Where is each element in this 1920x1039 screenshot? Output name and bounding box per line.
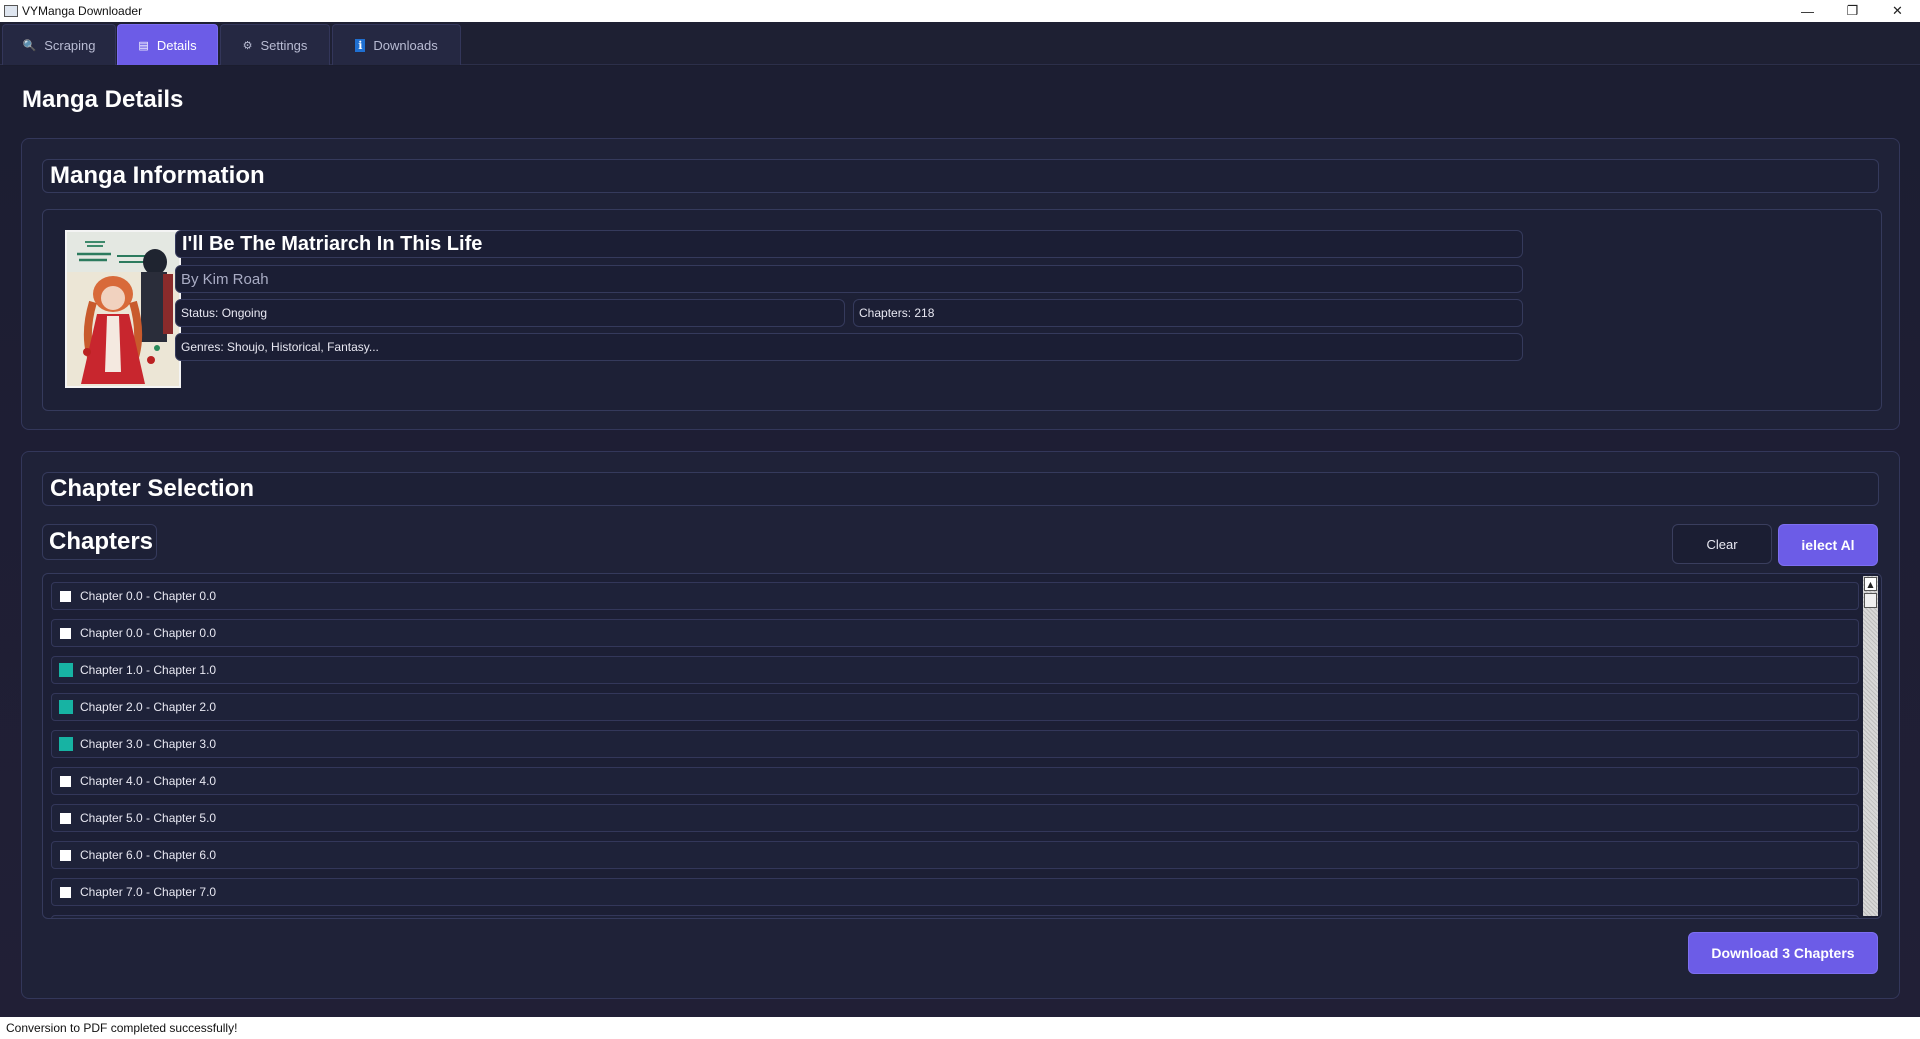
minimize-button[interactable]: —	[1785, 0, 1830, 22]
chapter-checkbox[interactable]	[60, 590, 71, 602]
select-all-button[interactable]: ielect Al	[1778, 524, 1878, 566]
chapter-label: Chapter 0.0 - Chapter 0.0	[80, 589, 217, 603]
details-page: Manga Details Manga Information I'll Be …	[0, 66, 1920, 1017]
chapter-label: Chapter 1.0 - Chapter 1.0	[80, 663, 217, 677]
chapter-row[interactable]: Chapter 1.0 - Chapter 1.0	[51, 656, 1859, 684]
chapter-checkbox[interactable]	[60, 775, 71, 787]
chapter-label: Chapter 4.0 - Chapter 4.0	[80, 774, 217, 788]
chapter-count-field: Chapters: 218	[853, 299, 1523, 327]
tab-details[interactable]: ▤ Details	[117, 24, 218, 65]
manga-author: By Kim Roah	[175, 265, 1523, 293]
genres-field: Genres: Shoujo, Historical, Fantasy...	[175, 333, 1523, 361]
chapter-row[interactable]: Chapter 5.0 - Chapter 5.0	[51, 804, 1859, 832]
chapter-label: Chapter 0.0 - Chapter 0.0	[80, 626, 217, 640]
chapter-label: Chapter 5.0 - Chapter 5.0	[80, 811, 217, 825]
tab-settings[interactable]: ⚙ Settings	[220, 24, 330, 65]
chapter-checkbox[interactable]	[60, 886, 71, 898]
tab-label: Scraping	[44, 37, 96, 53]
tab-downloads[interactable]: ℹ Downloads	[332, 24, 461, 65]
manga-information-group: Manga Information I'll Be The Matriarch …	[21, 138, 1900, 430]
window-title: VYManga Downloader	[22, 4, 143, 18]
chapter-checkbox[interactable]	[59, 737, 73, 751]
gear-icon: ⚙	[242, 39, 253, 52]
status-bar: Conversion to PDF completed successfully…	[0, 1017, 1920, 1039]
restore-button[interactable]: ❐	[1830, 0, 1875, 22]
chapter-selection-group: Chapter Selection Chapters Clear ielect …	[21, 451, 1900, 999]
tab-label: Details	[156, 37, 197, 53]
chapter-selection-header: Chapter Selection	[42, 472, 1879, 506]
page-title: Manga Details	[22, 86, 184, 113]
manga-info-card: I'll Be The Matriarch In This Life By Ki…	[42, 209, 1882, 411]
chapter-row[interactable]	[51, 915, 1859, 918]
tab-label: Settings	[260, 37, 308, 53]
title-bar: VYManga Downloader — ❐ ✕	[0, 0, 1920, 22]
chapter-row[interactable]: Chapter 7.0 - Chapter 7.0	[51, 878, 1859, 906]
chapter-row[interactable]: Chapter 0.0 - Chapter 0.0	[51, 582, 1859, 610]
chapter-label: Chapter 6.0 - Chapter 6.0	[80, 848, 217, 862]
info-icon: ℹ	[355, 38, 366, 52]
close-button[interactable]: ✕	[1875, 0, 1920, 22]
tab-scraping[interactable]: 🔍 Scraping	[2, 24, 116, 65]
chapter-checkbox[interactable]	[60, 849, 71, 861]
chapter-checkbox[interactable]	[60, 627, 71, 639]
scrollbar-thumb[interactable]	[1864, 593, 1877, 608]
chapter-label: Chapter 3.0 - Chapter 3.0	[80, 737, 217, 751]
chapter-checkbox[interactable]	[60, 812, 71, 824]
chapter-row[interactable]: Chapter 3.0 - Chapter 3.0	[51, 730, 1859, 758]
chapter-row[interactable]: Chapter 2.0 - Chapter 2.0	[51, 693, 1859, 721]
manga-information-header: Manga Information	[42, 159, 1879, 193]
chapter-row[interactable]: Chapter 6.0 - Chapter 6.0	[51, 841, 1859, 869]
chapter-label: Chapter 2.0 - Chapter 2.0	[80, 700, 217, 714]
chapter-list-scrollbar[interactable]: ▲	[1863, 576, 1878, 916]
chapter-label: Chapter 7.0 - Chapter 7.0	[80, 885, 217, 899]
chapter-checkbox[interactable]	[59, 700, 73, 714]
app-icon	[4, 5, 18, 17]
status-message: Conversion to PDF completed successfully…	[6, 1021, 238, 1035]
chapter-list: Chapter 0.0 - Chapter 0.0 Chapter 0.0 - …	[42, 573, 1882, 919]
search-icon: 🔍	[22, 39, 37, 52]
download-chapters-button[interactable]: Download 3 Chapters	[1688, 932, 1878, 974]
tab-bar: 🔍 Scraping ▤ Details ⚙ Settings ℹ Downlo…	[0, 22, 1920, 65]
chapter-row[interactable]: Chapter 4.0 - Chapter 4.0	[51, 767, 1859, 795]
manga-cover-image	[65, 230, 181, 388]
tab-label: Downloads	[373, 37, 438, 53]
manga-title: I'll Be The Matriarch In This Life	[175, 230, 1523, 258]
chapter-checkbox[interactable]	[59, 663, 73, 677]
clear-button[interactable]: Clear	[1672, 524, 1772, 564]
document-icon: ▤	[138, 39, 149, 52]
chapter-row[interactable]: Chapter 0.0 - Chapter 0.0	[51, 619, 1859, 647]
chapters-label: Chapters	[42, 524, 157, 560]
scroll-up-icon[interactable]: ▲	[1864, 577, 1877, 591]
cover-art	[67, 232, 179, 386]
status-field: Status: Ongoing	[175, 299, 845, 327]
